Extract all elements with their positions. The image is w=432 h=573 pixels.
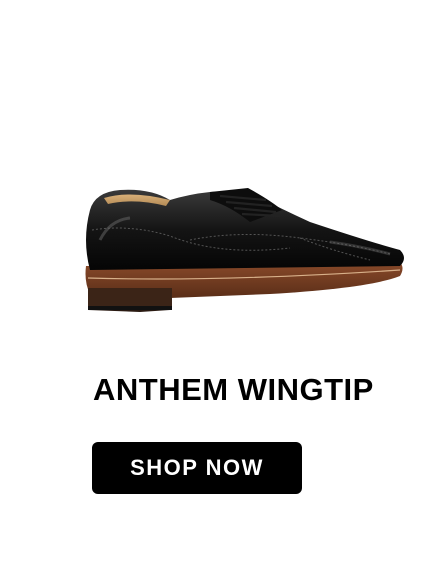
product-title: ANTHEM WINGTIP [93,372,374,407]
product-image[interactable] [70,170,415,320]
wingtip-shoe-icon [85,188,404,312]
product-card: ANTHEM WINGTIP SHOP NOW [0,0,432,573]
shop-now-button[interactable]: SHOP NOW [92,442,302,494]
